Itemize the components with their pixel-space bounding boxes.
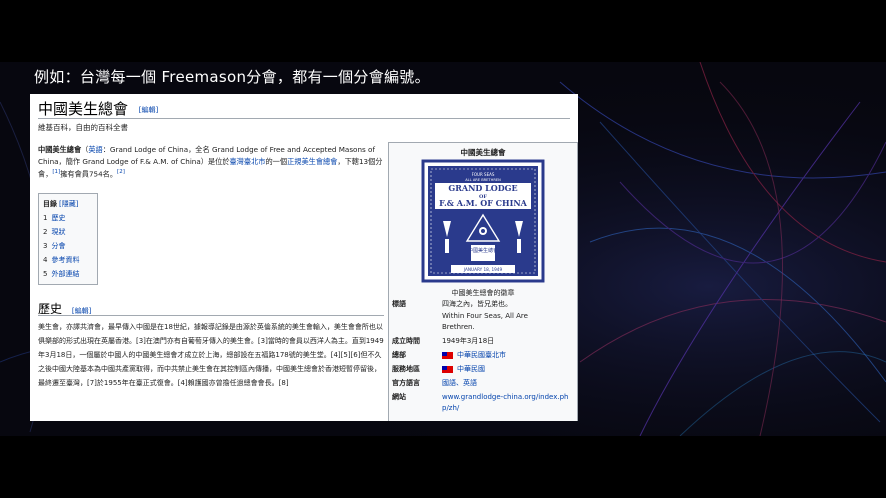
link-taipei[interactable]: 臺灣臺北市 bbox=[230, 157, 266, 166]
emblem-main-1: GRAND LODGE bbox=[448, 183, 517, 193]
website-link[interactable]: www.grandlodge-china.org/index.php/zh/ bbox=[442, 392, 570, 414]
history-heading-text: 歷史 bbox=[38, 302, 63, 316]
toc-item[interactable]: 2 現狀 bbox=[43, 225, 93, 239]
table-of-contents: 目錄 [隱藏] 1 歷史 2 現狀 3 分會 4 參考資料 5 外部連結 bbox=[38, 193, 98, 285]
page-title-text: 中國美生總會 bbox=[38, 100, 129, 118]
toc-item-label[interactable]: 分會 bbox=[51, 242, 65, 250]
toc-item-label[interactable]: 歷史 bbox=[51, 214, 65, 222]
toc-item-number: 5 bbox=[43, 270, 48, 278]
toc-item-number: 3 bbox=[43, 242, 48, 250]
history-edit-link[interactable]: [編輯] bbox=[72, 307, 91, 315]
emblem-chinese: 中國美生總會 bbox=[468, 247, 498, 254]
link-english[interactable]: 英語 bbox=[88, 145, 102, 154]
wiki-screenshot: 中國美生總會 [編輯] 維基百科，自由的百科全書 中國美生總會（英語：Grand… bbox=[30, 94, 578, 421]
emblem-top-text: FOUR SEAS bbox=[472, 172, 495, 177]
intro-bold-term: 中國美生總會 bbox=[38, 145, 82, 154]
infobox-value: 四海之內，皆兄弟也。 bbox=[442, 300, 512, 308]
intro-text: 的一個 bbox=[265, 156, 288, 166]
toc-item-number: 1 bbox=[43, 214, 48, 222]
infobox-key: 網站 bbox=[392, 393, 406, 401]
page-title: 中國美生總會 [編輯] bbox=[38, 98, 158, 119]
infobox-value: 1949年3月18日 bbox=[442, 337, 495, 345]
toc-item[interactable]: 1 歷史 bbox=[43, 211, 93, 225]
toc-item[interactable]: 4 參考資料 bbox=[43, 253, 93, 267]
infobox-key: 總部 bbox=[392, 351, 406, 359]
region-link[interactable]: 中華民國 bbox=[457, 365, 485, 373]
emblem-graphic: FOUR SEAS ALL ARE BRETHREN GRAND LODGE O… bbox=[421, 159, 545, 283]
toc-item-label[interactable]: 現狀 bbox=[51, 228, 65, 236]
language-link[interactable]: 國語、英語 bbox=[442, 378, 572, 389]
toc-hide-link[interactable]: [隱藏] bbox=[59, 200, 78, 208]
infobox-value: 中華民國臺北市 bbox=[442, 350, 572, 361]
toc-header: 目錄 [隱藏] bbox=[43, 197, 93, 211]
toc-title: 目錄 bbox=[43, 200, 57, 208]
history-divider bbox=[38, 315, 384, 316]
toc-item-number: 4 bbox=[43, 256, 48, 264]
toc-item-label[interactable]: 外部連結 bbox=[51, 270, 79, 278]
emblem-main-3: F.& A.M. OF CHINA bbox=[439, 198, 528, 208]
slide-caption: 例如：台灣每一個 Freemason分會，都有一個分會編號。 bbox=[34, 68, 430, 86]
infobox: 中國美生總會 FOUR SEAS ALL ARE BRETHREN GRAND … bbox=[388, 142, 578, 421]
toc-item-number: 2 bbox=[43, 228, 48, 236]
toc-item[interactable]: 5 外部連結 bbox=[43, 267, 93, 281]
infobox-caption: 中國美生總會 bbox=[460, 148, 506, 157]
toc-item[interactable]: 3 分會 bbox=[43, 239, 93, 253]
history-paragraph: 美生會，亦譯共濟會，最早傳入中國是在18世紀，據報導記錄是由源於英倫系統的美生會… bbox=[38, 323, 384, 387]
lodge-emblem: FOUR SEAS ALL ARE BRETHREN GRAND LODGE O… bbox=[421, 159, 545, 283]
from-wikipedia: 維基百科，自由的百科全書 bbox=[38, 123, 128, 132]
emblem-date: JANUARY 18, 1949 bbox=[463, 267, 503, 272]
title-divider bbox=[38, 118, 570, 119]
infobox-value: 中華民國 bbox=[442, 364, 572, 375]
emblem-top-text-2: ALL ARE BRETHREN bbox=[465, 178, 501, 182]
infobox-value: Within Four Seas, All Are Brethren. bbox=[442, 312, 528, 331]
emblem-caption: 中國美生總會的徽章 bbox=[451, 289, 515, 297]
link-regular-lodge[interactable]: 正規美生會總會 bbox=[287, 157, 337, 166]
roc-flag-icon bbox=[442, 351, 453, 359]
infobox-key: 官方語言 bbox=[392, 379, 420, 387]
infobox-key: 標語 bbox=[392, 300, 406, 308]
infobox-key: 服務地區 bbox=[392, 365, 420, 373]
title-edit-link[interactable]: [編輯] bbox=[139, 106, 158, 114]
infobox-key: 成立時間 bbox=[392, 337, 420, 345]
intro-text: 擁有會員754名。 bbox=[60, 169, 118, 179]
toc-item-label[interactable]: 參考資料 bbox=[51, 256, 79, 264]
roc-flag-icon bbox=[442, 365, 453, 373]
citation-2[interactable]: [2] bbox=[117, 169, 125, 175]
intro-paragraph: 中國美生總會（英語：Grand Lodge of China，全名 Grand … bbox=[38, 144, 386, 180]
hq-link[interactable]: 中華民國臺北市 bbox=[457, 351, 506, 359]
